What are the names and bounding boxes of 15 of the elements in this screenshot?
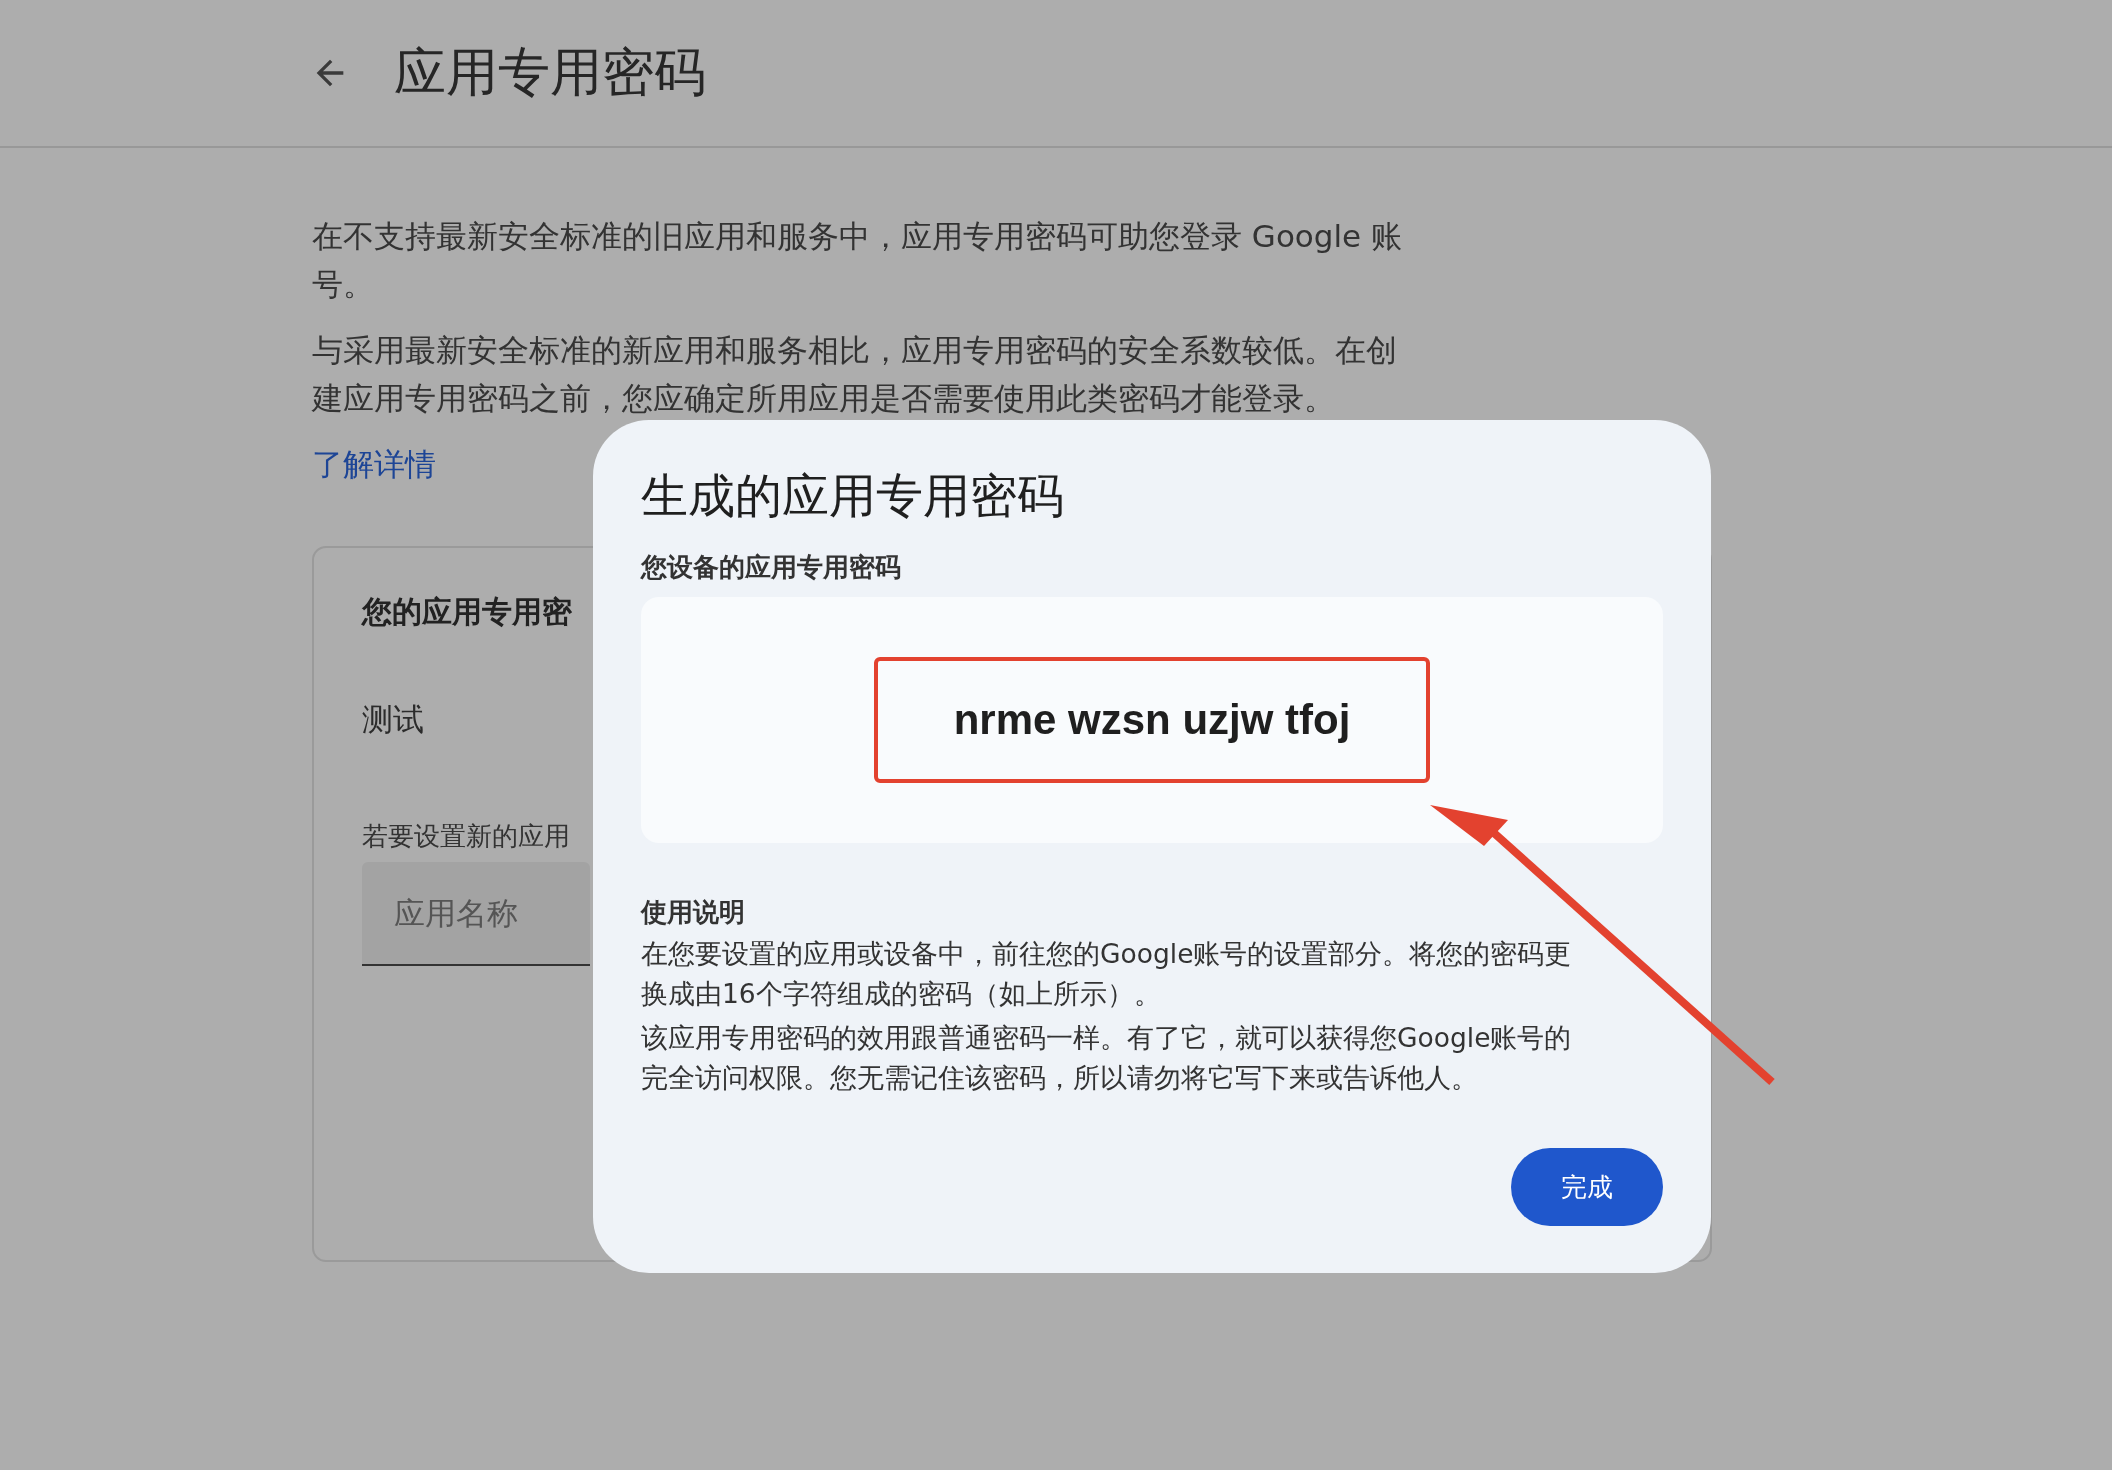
page-title: 应用专用密码: [394, 41, 706, 104]
intro-paragraph: 与采用最新安全标准的新应用和服务相比，应用专用密码的安全系数较低。在创建应用专用密码之前，您应确定所用应用是否需要使用此类密码才能登录。: [312, 331, 1398, 418]
done-button[interactable]: 完成: [1511, 1148, 1663, 1226]
new-app-prompt: 若要设置新的应用: [362, 820, 570, 853]
app-name[interactable]: 测试: [362, 699, 424, 741]
app-name-field[interactable]: 应用名称: [362, 862, 590, 966]
password-label: 您设备的应用专用密码: [641, 551, 902, 584]
intro-paragraph: 在不支持最新安全标准的旧应用和服务中，应用专用密码可助您登录 Google 账号。: [312, 217, 1404, 304]
dialog-title: 生成的应用专用密码: [641, 467, 1065, 525]
instructions-text: 在您要设置的应用或设备中，前往您的Google账号的设置部分。将您的密码更换成由16个字符组成的密码（如上所示）。: [641, 937, 1573, 1011]
app-password: nrme wzsn uzjw tfoj: [953, 696, 1351, 744]
card-title: 您的应用专用密: [362, 593, 572, 631]
learn-more-link[interactable]: 了解详情: [312, 440, 436, 488]
instructions-text: 该应用专用密码的效用跟普通密码一样。有了它，就可以获得您Google账号的完全访问权限。您无需记住该密码，所以请勿将它写下来或告诉他人。: [641, 1021, 1573, 1095]
instructions-title: 使用说明: [641, 896, 746, 929]
